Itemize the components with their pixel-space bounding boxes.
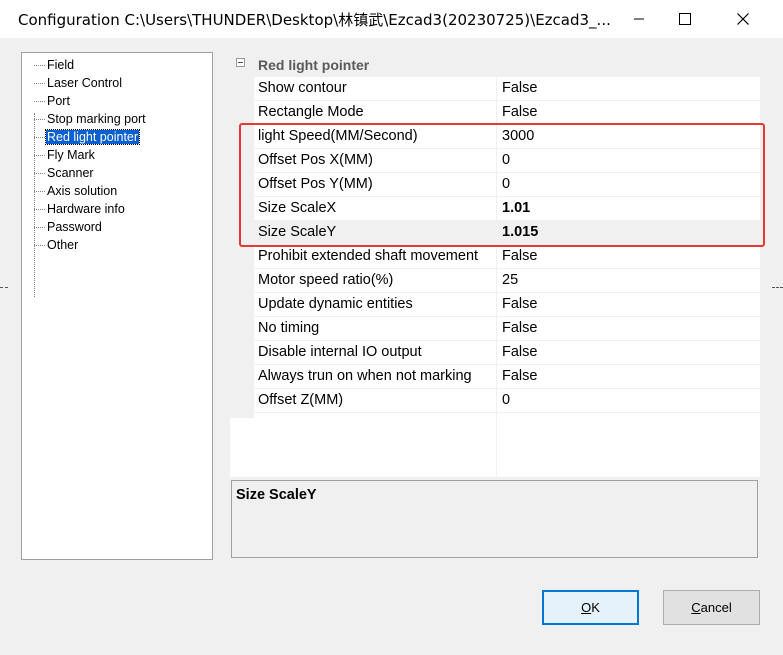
description-panel: Size ScaleY <box>231 480 758 558</box>
property-value[interactable]: 25 <box>502 272 518 288</box>
property-value[interactable]: False <box>502 104 537 120</box>
cancel-label: ancel <box>700 600 732 615</box>
property-name: Update dynamic entities <box>258 296 413 312</box>
property-row[interactable]: Rectangle Mode False <box>254 101 760 125</box>
property-value[interactable]: False <box>502 296 537 312</box>
tree-item-hardware-info[interactable]: Hardware info <box>34 201 126 219</box>
category-row[interactable]: Red light pointer <box>230 53 760 77</box>
property-row[interactable]: Disable internal IO output False <box>254 341 760 365</box>
tree-branch <box>34 137 45 138</box>
property-name: Show contour <box>258 80 347 96</box>
cancel-button[interactable]: Cancel <box>663 590 760 625</box>
tree-item-other[interactable]: Other <box>34 237 79 255</box>
tree-branch <box>34 65 45 66</box>
property-row[interactable]: Prohibit extended shaft movement False <box>254 245 760 269</box>
property-row[interactable]: Update dynamic entities False <box>254 293 760 317</box>
property-value[interactable]: False <box>502 344 537 360</box>
tree-item-label: Stop marking port <box>47 112 146 126</box>
tree-item-label: Fly Mark <box>47 148 95 162</box>
tree-branch <box>34 83 45 84</box>
property-name: Offset Z(MM) <box>258 392 344 408</box>
window-title: Configuration C:\Users\THUNDER\Desktop\林… <box>18 11 611 29</box>
tree-item-field[interactable]: Field <box>34 57 75 75</box>
tree-item-fly-mark[interactable]: Fly Mark <box>34 147 96 165</box>
tree-item-label: Hardware info <box>47 202 125 216</box>
title-bar: Configuration C:\Users\THUNDER\Desktop\林… <box>0 0 783 38</box>
minimize-button[interactable] <box>616 0 662 38</box>
property-row[interactable]: Motor speed ratio(%) 25 <box>254 269 760 293</box>
close-button[interactable] <box>720 0 766 38</box>
maximize-icon <box>679 13 691 25</box>
property-name: Always trun on when not marking <box>258 368 472 384</box>
property-value[interactable]: False <box>502 80 537 96</box>
edge-guide-left <box>0 287 8 288</box>
tree-item-axis-solution[interactable]: Axis solution <box>34 183 118 201</box>
category-label: Red light pointer <box>258 57 370 73</box>
ok-button[interactable]: OK <box>542 590 639 625</box>
tree-branch <box>34 173 45 174</box>
tree-item-label: Axis solution <box>47 184 118 198</box>
property-name: Disable internal IO output <box>258 344 422 360</box>
tree-branch <box>34 191 45 192</box>
property-value[interactable]: False <box>502 248 537 264</box>
property-row[interactable]: Show contour False <box>254 77 760 101</box>
maximize-button[interactable] <box>662 0 708 38</box>
tree-item-scanner[interactable]: Scanner <box>34 165 95 183</box>
minimize-icon <box>634 18 644 20</box>
tree-branch <box>34 245 45 246</box>
property-value[interactable]: 0 <box>502 392 510 408</box>
annotation-highlight-box <box>239 123 765 247</box>
tree-item-label: Password <box>47 220 102 234</box>
ok-label: K <box>591 600 600 615</box>
tree-branch <box>34 209 45 210</box>
tree-item-label: Field <box>47 58 75 72</box>
tree-branch <box>34 227 45 228</box>
edge-guide-right <box>772 287 783 288</box>
property-name: Motor speed ratio(%) <box>258 272 394 288</box>
property-value[interactable]: False <box>502 368 537 384</box>
property-name: Prohibit extended shaft movement <box>258 248 479 264</box>
tree-item-laser-control[interactable]: Laser Control <box>34 75 123 93</box>
property-row[interactable]: No timing False <box>254 317 760 341</box>
cancel-accel: C <box>691 600 701 615</box>
tree-item-label: Red light pointer <box>44 129 141 145</box>
tree-branch <box>34 101 45 102</box>
tree-item-port[interactable]: Port <box>34 93 71 111</box>
property-grid[interactable]: Red light pointer Show contour False Rect… <box>230 53 760 477</box>
tree-item-stop-marking-port[interactable]: Stop marking port <box>34 111 147 129</box>
description-title: Size ScaleY <box>236 487 317 503</box>
tree-item-password[interactable]: Password <box>34 219 103 237</box>
property-name: Rectangle Mode <box>258 104 364 120</box>
tree-item-label: Scanner <box>47 166 94 180</box>
property-row[interactable]: Always trun on when not marking False <box>254 365 760 389</box>
tree-item-label: Other <box>47 238 79 252</box>
tree-branch <box>34 119 45 120</box>
ok-accel: O <box>581 600 592 615</box>
property-name: No timing <box>258 320 320 336</box>
close-icon <box>737 13 749 25</box>
property-value[interactable]: False <box>502 320 537 336</box>
property-row[interactable]: Offset Z(MM) 0 <box>254 389 760 413</box>
tree-item-label: Port <box>47 94 70 108</box>
tree-item-label: Laser Control <box>47 76 123 90</box>
config-tree[interactable]: Field Laser Control Port Stop marking po… <box>21 52 213 560</box>
tree-item-red-light-pointer[interactable]: Red light pointer <box>34 129 141 147</box>
tree-branch <box>34 155 45 156</box>
collapse-icon[interactable] <box>236 58 245 67</box>
